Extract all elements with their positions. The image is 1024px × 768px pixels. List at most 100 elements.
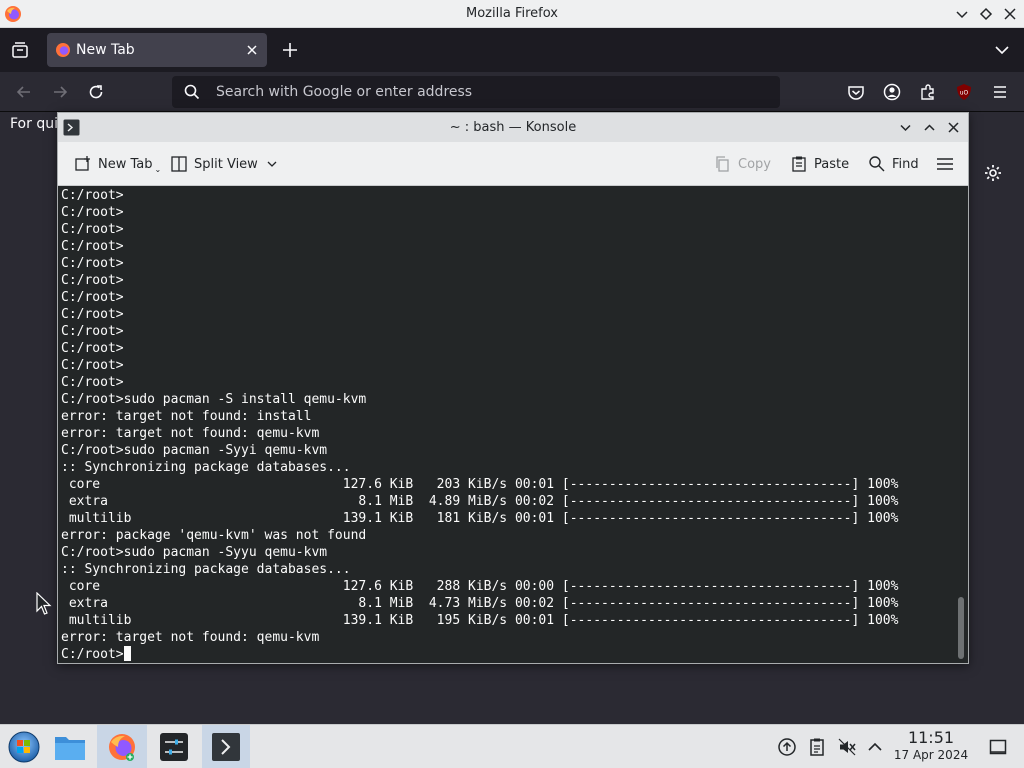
taskbar-system-settings[interactable] (150, 725, 198, 768)
address-input[interactable] (216, 76, 766, 108)
back-arrow-icon[interactable] (14, 82, 34, 102)
taskbar-file-manager[interactable] (46, 725, 94, 768)
terminal-line: :: Synchronizing package databases... (61, 562, 351, 577)
hamburger-menu-icon (937, 158, 953, 170)
taskbar-firefox[interactable] (97, 725, 147, 768)
split-view-icon (171, 156, 187, 172)
reload-icon[interactable] (86, 82, 106, 102)
account-icon[interactable] (882, 82, 902, 102)
konsole-titlebar[interactable]: ~ : bash — Konsole (58, 113, 968, 142)
gear-icon[interactable] (983, 163, 1003, 183)
bookmarks-toolbar-message: For qui (10, 116, 58, 132)
taskbar: 11:51 17 Apr 2024 (0, 724, 1024, 768)
new-tab-icon (75, 156, 90, 171)
tab-manager-icon[interactable] (10, 40, 30, 60)
close-tab-icon[interactable] (245, 43, 259, 57)
new-tab-plus-icon[interactable] (280, 40, 300, 60)
terminal-scrollbar[interactable] (958, 597, 964, 659)
firefox-logo-icon (109, 734, 135, 761)
find-button[interactable]: Find (868, 142, 919, 186)
hamburger-menu-button[interactable] (936, 142, 960, 186)
maximize-icon[interactable] (978, 6, 994, 22)
close-window-icon[interactable] (1002, 6, 1018, 22)
firefox-window-title: Mozilla Firefox (466, 6, 558, 21)
terminal-line: :: Synchronizing package databases... (61, 460, 351, 475)
find-label: Find (892, 156, 919, 172)
terminal-line: error: package 'qemu-kvm' was not found (61, 528, 367, 543)
start-menu-orb-icon (8, 731, 40, 763)
terminal-line: C:/root> (61, 205, 124, 220)
search-icon (869, 156, 885, 172)
terminal-line: C:/root>sudo pacman -Syyi qemu-kvm (61, 443, 328, 458)
close-window-icon[interactable] (946, 120, 961, 135)
maximize-icon[interactable] (922, 120, 937, 135)
firefox-favicon-icon (56, 43, 70, 57)
terminal-line: extra 8.1 MiB 4.89 MiB/s 00:02 [--------… (61, 494, 899, 509)
terminal-line: C:/root> (61, 324, 124, 339)
terminal-prompt: C:/root> (61, 647, 124, 662)
forward-arrow-icon[interactable] (50, 82, 70, 102)
konsole-app-icon (212, 733, 240, 761)
firefox-tab-strip: New Tab (0, 28, 1024, 72)
paste-icon (792, 156, 806, 172)
search-icon (184, 84, 200, 100)
terminal-lines: C:/root> C:/root> C:/root> C:/root> C:/root>… (61, 187, 898, 646)
minimize-icon[interactable] (898, 120, 913, 135)
terminal-prompt-line[interactable]: C:/root> (61, 646, 131, 663)
copy-icon (716, 156, 729, 172)
terminal-cursor (123, 646, 131, 661)
konsole-window[interactable]: ~ : bash — Konsole New Tab ⌄ Split View … (57, 112, 969, 664)
volume-muted-icon[interactable] (837, 737, 857, 757)
ublock-origin-icon[interactable]: uO (954, 82, 974, 102)
mouse-cursor-icon (36, 592, 52, 615)
dropdown-indicator-icon: ⌄ (154, 164, 162, 174)
list-all-tabs-chevron-icon[interactable] (992, 40, 1012, 60)
konsole-window-title: ~ : bash — Konsole (449, 120, 577, 135)
application-launcher-button[interactable] (0, 725, 48, 768)
minimize-icon[interactable] (954, 6, 970, 22)
terminal-line: core 127.6 KiB 203 KiB/s 00:01 [--------… (61, 477, 899, 492)
terminal-line: extra 8.1 MiB 4.73 MiB/s 00:02 [--------… (61, 596, 899, 611)
extensions-puzzle-icon[interactable] (918, 82, 938, 102)
paste-button[interactable]: Paste (790, 142, 849, 186)
clock-date[interactable]: 17 Apr 2024 (890, 748, 972, 762)
pocket-icon[interactable] (846, 82, 866, 102)
tab-new-tab[interactable]: New Tab (47, 33, 267, 67)
terminal-line: C:/root> (61, 358, 124, 373)
terminal-line: C:/root> (61, 256, 124, 271)
terminal-line: C:/root>sudo pacman -Syyu qemu-kvm (61, 545, 328, 560)
clipboard-tray-icon[interactable] (807, 737, 827, 757)
new-tab-button[interactable]: New Tab ⌄ (74, 142, 161, 186)
chevron-up-icon[interactable] (865, 737, 885, 757)
firefox-titlebar: Mozilla Firefox (0, 0, 1024, 28)
terminal-line: C:/root> (61, 222, 124, 237)
clock-time[interactable]: 11:51 (896, 728, 966, 747)
url-bar[interactable] (172, 76, 780, 108)
copy-button[interactable]: Copy (714, 142, 771, 186)
terminal-line: C:/root> (61, 375, 124, 390)
new-tab-label: New Tab (98, 156, 153, 172)
split-view-label: Split View (194, 156, 258, 172)
folder-icon (55, 737, 85, 760)
paste-label: Paste (814, 156, 850, 172)
konsole-toolbar: New Tab ⌄ Split View Copy Paste Find (58, 142, 968, 186)
terminal-line: error: target not found: qemu-kvm (61, 426, 320, 441)
svg-text:uO: uO (960, 90, 969, 97)
updates-tray-icon[interactable] (777, 737, 797, 757)
terminal-line: error: target not found: qemu-kvm (61, 630, 320, 645)
hamburger-menu-icon[interactable] (990, 82, 1010, 102)
settings-sliders-icon (160, 733, 188, 761)
terminal-line: C:/root> (61, 307, 124, 322)
chevron-down-icon[interactable] (266, 158, 278, 170)
terminal-output[interactable]: C:/root> C:/root> C:/root> C:/root> C:/root>… (58, 186, 968, 663)
split-view-button[interactable]: Split View (170, 142, 278, 186)
taskbar-konsole[interactable] (202, 725, 250, 768)
terminal-line: C:/root> (61, 341, 124, 356)
terminal-line: core 127.6 KiB 288 KiB/s 00:00 [--------… (61, 579, 899, 594)
show-desktop-icon[interactable] (988, 737, 1008, 757)
terminal-line: error: target not found: install (61, 409, 312, 424)
terminal-line: C:/root> (61, 290, 124, 305)
terminal-line: multilib 139.1 KiB 181 KiB/s 00:01 [----… (61, 511, 899, 526)
firefox-nav-bar: uO (0, 72, 1024, 112)
terminal-line: multilib 139.1 KiB 195 KiB/s 00:01 [----… (61, 613, 899, 628)
